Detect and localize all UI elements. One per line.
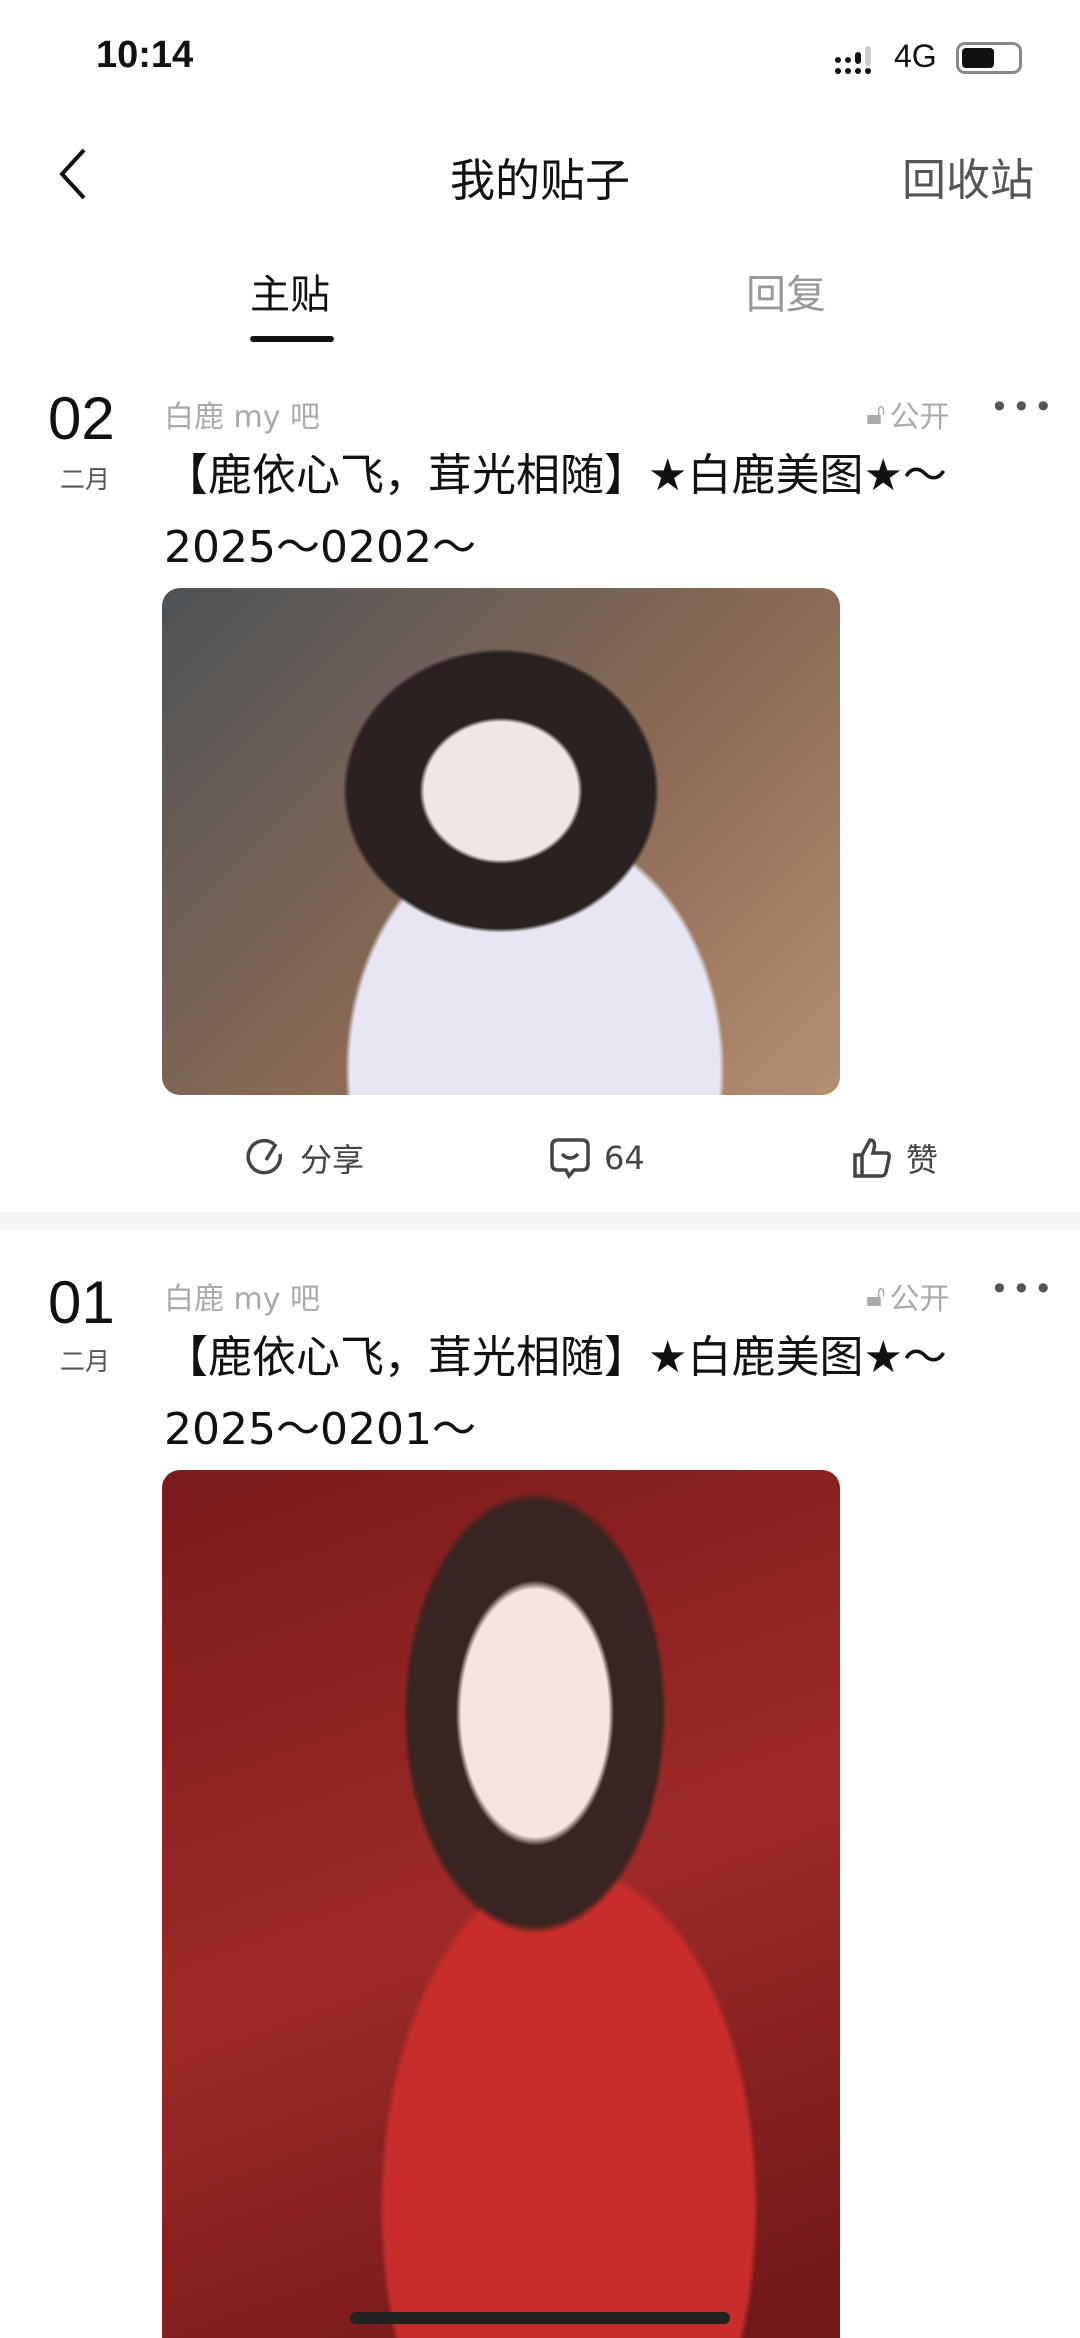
tab-replies[interactable]: 回复 — [746, 262, 826, 320]
unlock-icon: 🔓︎ — [866, 1278, 886, 1314]
post-day: 01 — [48, 1269, 115, 1336]
post-title[interactable]: 【鹿依心飞，茸光相随】★白鹿美图★～2025～0201～ — [164, 1322, 1044, 1466]
comment-button[interactable]: 64 — [550, 1128, 645, 1188]
active-tab-indicator — [250, 336, 334, 342]
post-month: 二月 — [60, 1347, 111, 1376]
visibility-toggle[interactable]: 🔓︎ 公开 — [866, 392, 949, 436]
post-image[interactable] — [162, 588, 840, 1095]
post-image[interactable] — [162, 1470, 840, 2338]
recycle-bin-button[interactable]: 回收站 — [902, 144, 1034, 208]
share-label: 分享 — [300, 1141, 365, 1179]
network-label: 4G — [894, 38, 937, 74]
comment-count: 64 — [604, 1139, 645, 1177]
forum-name[interactable]: 白鹿 my 吧 — [164, 392, 320, 436]
visibility-label: 公开 — [889, 400, 950, 435]
visibility-toggle[interactable]: 🔓︎ 公开 — [866, 1274, 949, 1318]
post-divider — [0, 1212, 1080, 1230]
post-month: 二月 — [60, 465, 111, 494]
share-icon — [246, 1138, 282, 1175]
like-label: 赞 — [906, 1141, 939, 1179]
thumbs-up-icon — [853, 1138, 891, 1178]
forum-name[interactable]: 白鹿 my 吧 — [164, 1274, 320, 1318]
post-title[interactable]: 【鹿依心飞，茸光相随】★白鹿美图★～2025～0202～ — [164, 440, 1044, 584]
comment-icon — [550, 1138, 590, 1180]
post-actions: 分享 64 赞 — [0, 1128, 1080, 1188]
status-time: 10:14 — [96, 34, 194, 76]
battery-icon — [956, 42, 1022, 74]
unlock-icon: 🔓︎ — [866, 396, 886, 432]
like-button[interactable]: 赞 — [852, 1128, 938, 1188]
home-indicator[interactable] — [350, 2312, 730, 2324]
post-day: 02 — [48, 385, 115, 452]
tab-main-posts[interactable]: 主贴 — [250, 262, 330, 320]
visibility-label: 公开 — [889, 1282, 950, 1317]
more-options-icon[interactable]: ••• — [990, 1270, 1056, 1308]
share-button[interactable]: 分享 — [246, 1128, 364, 1188]
signal-icon — [835, 46, 871, 74]
more-options-icon[interactable]: ••• — [990, 388, 1056, 426]
